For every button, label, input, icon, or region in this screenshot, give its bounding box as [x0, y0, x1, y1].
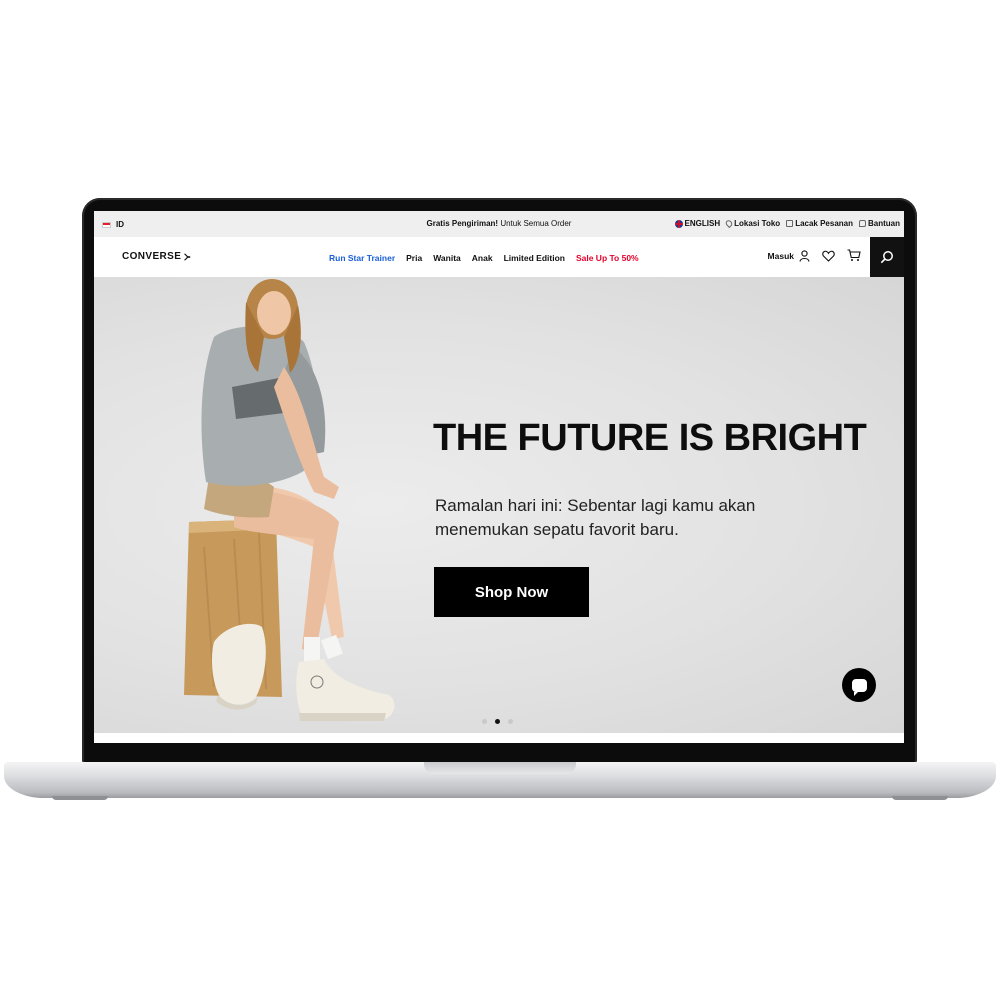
user-icon — [799, 249, 810, 262]
chat-bubble-icon — [851, 678, 867, 696]
hero-subtitle: Ramalan hari ini: Sebentar lagi kamu aka… — [435, 496, 756, 539]
hero-title: THE FUTURE IS BRIGHT — [433, 417, 867, 459]
promo-bold: Gratis Pengiriman! — [426, 219, 499, 228]
utility-bar: ID Gratis Pengiriman! Untuk Semua Order … — [94, 211, 904, 237]
logo-text: CONVERSE — [122, 251, 182, 262]
carousel-dots — [482, 719, 513, 724]
nav-run-star-trainer[interactable]: Run Star Trainer — [329, 253, 395, 263]
heart-icon[interactable] — [822, 250, 835, 262]
help-label: Bantuan — [868, 219, 900, 228]
laptop-foot-right — [892, 796, 948, 800]
carousel-dot-2[interactable] — [495, 719, 500, 724]
next-section-edge — [94, 733, 904, 743]
uk-flag-icon — [674, 219, 683, 228]
promo-text: Untuk Semua Order — [498, 219, 572, 228]
track-order-label: Lacak Pesanan — [795, 219, 853, 228]
nav-limited-edition[interactable]: Limited Edition — [504, 253, 565, 263]
utility-links: ENGLISH Lokasi Toko Lacak Pesanan Bantua… — [674, 218, 900, 229]
laptop-notch — [424, 762, 576, 774]
nav-pria[interactable]: Pria — [406, 253, 422, 263]
search-button[interactable] — [870, 237, 904, 277]
carousel-dot-3[interactable] — [508, 719, 513, 724]
login-label: Masuk — [767, 250, 794, 261]
truck-icon — [786, 220, 794, 227]
main-nav: Run Star Trainer Pria Wanita Anak Limite… — [329, 253, 639, 263]
login-button[interactable]: Masuk — [767, 249, 810, 262]
track-order-link[interactable]: Lacak Pesanan — [786, 219, 853, 228]
search-icon — [880, 251, 893, 264]
store-locator-link[interactable]: Lokasi Toko — [724, 218, 781, 229]
logo-chevron-icon — [184, 253, 191, 260]
nav-sale[interactable]: Sale Up To 50% — [576, 253, 639, 263]
laptop-foot-left — [52, 796, 108, 800]
laptop-screen: ID Gratis Pengiriman! Untuk Semua Order … — [94, 211, 904, 743]
hero-banner: THE FUTURE IS BRIGHT Ramalan hari ini: S… — [94, 277, 904, 733]
header-actions: Masuk — [768, 249, 861, 262]
carousel-dot-1[interactable] — [482, 719, 487, 724]
help-link[interactable]: Bantuan — [859, 219, 900, 228]
site-header: CONVERSE Run Star Trainer Pria Wanita An… — [94, 237, 904, 277]
shop-now-button[interactable]: Shop Now — [434, 567, 589, 617]
location-pin-icon — [724, 218, 734, 229]
nav-wanita[interactable]: Wanita — [433, 253, 461, 263]
language-label: ENGLISH — [684, 219, 721, 228]
nav-anak[interactable]: Anak — [472, 253, 493, 263]
cart-icon[interactable] — [847, 249, 861, 262]
language-link[interactable]: ENGLISH — [674, 219, 721, 228]
hero-model-image — [184, 279, 395, 721]
chat-icon — [859, 220, 866, 227]
converse-logo[interactable]: CONVERSE — [122, 251, 191, 262]
live-chat-button[interactable] — [842, 668, 876, 702]
store-locator-label: Lokasi Toko — [734, 219, 781, 228]
